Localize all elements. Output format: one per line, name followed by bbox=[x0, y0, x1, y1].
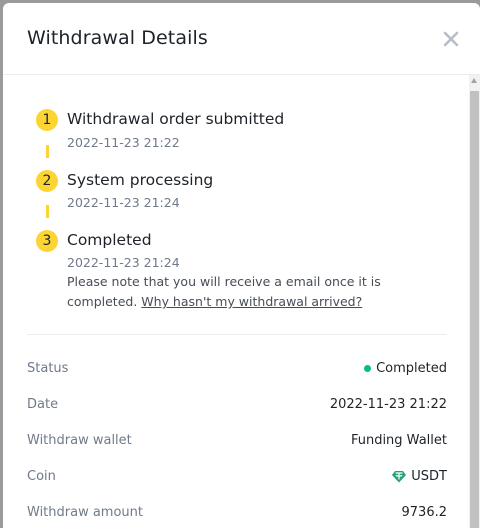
step-time: 2022-11-23 21:24 bbox=[67, 195, 180, 210]
modal-header: Withdrawal Details bbox=[3, 3, 480, 75]
step-title: Completed bbox=[67, 231, 152, 249]
status-value: Completed bbox=[364, 361, 447, 376]
status-dot-icon bbox=[364, 365, 372, 372]
detail-row-status: Status Completed bbox=[27, 361, 447, 381]
step-connector bbox=[46, 145, 49, 158]
usdt-coin-icon bbox=[392, 470, 407, 483]
close-button[interactable] bbox=[441, 29, 461, 49]
coin-text: USDT bbox=[411, 469, 447, 484]
amount-value: 9736.2 bbox=[401, 505, 448, 520]
detail-label: Withdraw wallet bbox=[27, 433, 132, 448]
detail-row-wallet: Withdraw wallet Funding Wallet bbox=[27, 433, 447, 453]
scrollbar[interactable] bbox=[469, 75, 480, 528]
detail-row-amount: Withdraw amount 9736.2 bbox=[27, 505, 447, 525]
detail-row-date: Date 2022-11-23 21:22 bbox=[27, 397, 447, 417]
coin-value: USDT bbox=[392, 469, 447, 484]
detail-label: Coin bbox=[27, 469, 56, 484]
wallet-value: Funding Wallet bbox=[350, 433, 447, 448]
date-value: 2022-11-23 21:22 bbox=[329, 397, 447, 412]
step-number: 1 bbox=[36, 109, 58, 131]
step-number: 3 bbox=[36, 230, 58, 252]
withdrawal-details-modal: Withdrawal Details 1 Withdrawal order su… bbox=[3, 3, 480, 528]
close-icon bbox=[443, 31, 459, 47]
detail-label: Status bbox=[27, 361, 69, 376]
scrollbar-thumb[interactable] bbox=[470, 91, 479, 528]
step-title: System processing bbox=[67, 171, 214, 189]
step-connector bbox=[46, 205, 49, 218]
detail-label: Date bbox=[27, 397, 59, 412]
step-number: 2 bbox=[36, 170, 58, 192]
step-note: Please note that you will receive a emai… bbox=[67, 272, 407, 312]
withdrawal-help-link[interactable]: Why hasn't my withdrawal arrived? bbox=[141, 294, 362, 309]
divider bbox=[27, 334, 447, 335]
step-time: 2022-11-23 21:22 bbox=[67, 135, 180, 150]
detail-label: Withdraw amount bbox=[27, 505, 144, 520]
scroll-up-arrow-icon[interactable] bbox=[471, 78, 477, 83]
modal-title: Withdrawal Details bbox=[27, 27, 208, 49]
status-text: Completed bbox=[376, 361, 447, 376]
step-time: 2022-11-23 21:24 bbox=[67, 255, 180, 270]
step-title: Withdrawal order submitted bbox=[67, 110, 285, 128]
detail-row-coin: Coin USDT bbox=[27, 469, 447, 489]
